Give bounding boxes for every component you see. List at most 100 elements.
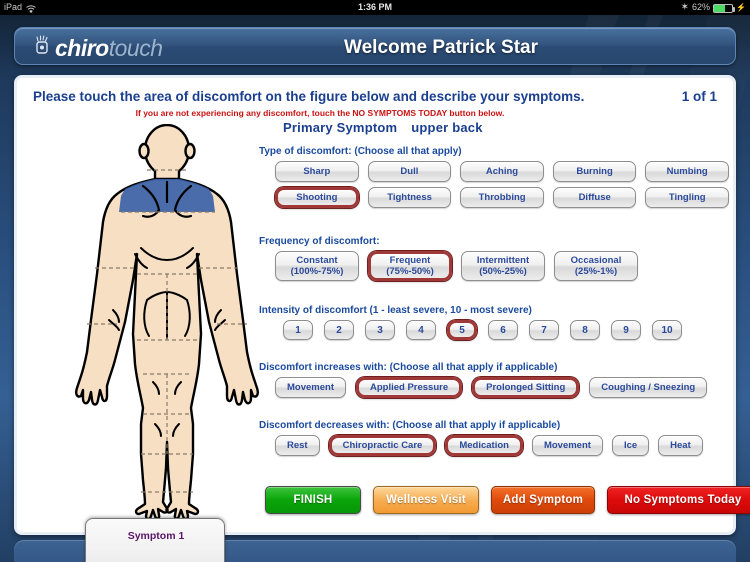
option-burning[interactable]: Burning: [552, 161, 637, 182]
option-constant[interactable]: Constant (100%-75%): [275, 251, 359, 281]
no-symptoms-today-button[interactable]: No Symptoms Today: [607, 486, 750, 514]
option-intensity-7[interactable]: 7: [529, 320, 559, 340]
option-label: Prolonged Sitting: [486, 382, 566, 393]
type-row-2: Shooting Tightness Throbbing Diffuse Tin…: [245, 187, 730, 208]
option-intermittent[interactable]: Intermittent (50%-25%): [461, 251, 545, 281]
primary-symptom-line: Primary Symptom upper back: [283, 120, 483, 135]
option-intensity-9[interactable]: 9: [611, 320, 641, 340]
welcome-message: Welcome Patrick Star: [344, 37, 538, 58]
intensity-row: 1 2 3 4 5 6 7 8 9 10: [245, 320, 729, 340]
app-window: chiro touch Welcome Patrick Star Please …: [0, 15, 750, 562]
option-label: Movement: [287, 382, 334, 393]
option-numbing[interactable]: Numbing: [645, 161, 729, 182]
option-label: Coughing / Sneezing: [601, 382, 696, 393]
option-prolonged-sitting[interactable]: Prolonged Sitting: [472, 377, 580, 398]
primary-symptom-value: upper back: [411, 120, 483, 135]
option-label: 8: [582, 324, 588, 336]
page-subtitle: If you are not experiencing any discomfo…: [135, 108, 505, 118]
section-type-label: Type of discomfort: (Choose all that app…: [259, 146, 462, 157]
option-medication[interactable]: Medication: [445, 435, 523, 456]
wellness-visit-button[interactable]: Wellness Visit: [373, 486, 479, 514]
option-label: Shooting: [296, 192, 338, 203]
frequency-row: Constant (100%-75%) Frequent (75%-50%) I…: [245, 251, 729, 281]
option-label: Numbing: [666, 166, 708, 177]
option-label: Frequent: [389, 255, 431, 266]
tab-symptom-1[interactable]: Symptom 1: [85, 518, 225, 562]
section-decreases: Discomfort decreases with: (Choose all t…: [245, 420, 729, 461]
option-frequent[interactable]: Frequent (75%-50%): [368, 251, 452, 281]
option-occasional[interactable]: Occasional (25%-1%): [554, 251, 638, 281]
option-label: 2: [336, 324, 342, 336]
status-clock: 1:36 PM: [357, 2, 392, 12]
option-label: Throbbing: [478, 192, 526, 203]
section-increases: Discomfort increases with: (Choose all t…: [245, 362, 729, 403]
option-sharp[interactable]: Sharp: [275, 161, 359, 182]
option-heat[interactable]: Heat: [658, 435, 703, 456]
plug-icon: ⚡: [736, 3, 746, 12]
option-sublabel: (100%-75%): [290, 266, 344, 277]
section-increases-label: Discomfort increases with: (Choose all t…: [259, 362, 558, 373]
symptom-details-form: Primary Symptom upper back Type of discom…: [245, 120, 730, 532]
option-aching[interactable]: Aching: [460, 161, 544, 182]
option-intensity-8[interactable]: 8: [570, 320, 600, 340]
option-applied-pressure[interactable]: Applied Pressure: [355, 377, 463, 398]
finish-button[interactable]: FINISH: [265, 486, 361, 514]
option-dull[interactable]: Dull: [367, 161, 452, 182]
option-label: Aching: [485, 166, 519, 177]
section-intensity-label: Intensity of discomfort (1 - least sever…: [259, 305, 532, 316]
page-title: Please touch the area of discomfort on t…: [33, 89, 585, 104]
option-intensity-10[interactable]: 10: [652, 320, 682, 340]
option-throbbing[interactable]: Throbbing: [460, 187, 544, 208]
option-intensity-2[interactable]: 2: [324, 320, 354, 340]
option-label: 3: [377, 324, 383, 336]
option-chiropractic-care[interactable]: Chiropractic Care: [328, 435, 437, 456]
option-label: Diffuse: [578, 192, 611, 203]
add-symptom-button[interactable]: Add Symptom: [491, 486, 595, 514]
option-intensity-1[interactable]: 1: [283, 320, 313, 340]
option-label: Movement: [543, 440, 591, 451]
option-label: 7: [541, 324, 547, 336]
option-label: 5: [459, 324, 465, 336]
option-shooting[interactable]: Shooting: [275, 187, 359, 208]
option-movement-decrease[interactable]: Movement: [531, 435, 603, 456]
body-diagram-back-view[interactable]: [69, 124, 265, 524]
type-row-1: Sharp Dull Aching Burning Numbing: [245, 161, 729, 182]
option-diffuse[interactable]: Diffuse: [552, 187, 637, 208]
option-sublabel: (25%-1%): [574, 266, 618, 277]
section-type: Type of discomfort: (Choose all that app…: [245, 146, 730, 213]
option-coughing-sneezing[interactable]: Coughing / Sneezing: [589, 377, 708, 398]
section-intensity: Intensity of discomfort (1 - least sever…: [245, 305, 729, 345]
option-label: Heat: [670, 440, 691, 451]
option-label: Ice: [623, 440, 638, 451]
option-label: Tingling: [668, 192, 706, 203]
page-counter: 1 of 1: [681, 89, 717, 104]
option-label: Sharp: [303, 166, 331, 177]
option-label: Medication: [459, 440, 509, 451]
option-label: 10: [661, 324, 673, 336]
option-intensity-6[interactable]: 6: [488, 320, 518, 340]
option-rest[interactable]: Rest: [275, 435, 320, 456]
option-tightness[interactable]: Tightness: [367, 187, 452, 208]
action-button-bar: FINISH Wellness Visit Add Symptom No Sym…: [265, 486, 750, 514]
battery-percent: 62%: [692, 2, 711, 12]
section-frequency: Frequency of discomfort: Constant (100%-…: [245, 236, 729, 286]
option-ice[interactable]: Ice: [611, 435, 650, 456]
option-label: 1: [295, 324, 301, 336]
option-intensity-5[interactable]: 5: [447, 320, 477, 340]
section-frequency-label: Frequency of discomfort:: [259, 236, 380, 247]
option-label: Rest: [287, 440, 308, 451]
option-label: Constant: [296, 255, 338, 266]
ios-status-bar: iPad 1:36 PM ✶ 62% ⚡: [0, 0, 750, 15]
option-intensity-3[interactable]: 3: [365, 320, 395, 340]
section-decreases-label: Discomfort decreases with: (Choose all t…: [259, 420, 561, 431]
option-label: Dull: [400, 166, 419, 177]
option-label: Intermittent: [476, 255, 530, 266]
option-label: Occasional: [570, 255, 622, 266]
option-label: Tightness: [387, 192, 432, 203]
option-movement-increase[interactable]: Movement: [275, 377, 346, 398]
option-tingling[interactable]: Tingling: [645, 187, 730, 208]
option-intensity-4[interactable]: 4: [406, 320, 436, 340]
bluetooth-icon: ✶: [680, 2, 690, 13]
decreases-row: Rest Chiropractic Care Medication Moveme…: [245, 435, 729, 456]
option-label: 6: [500, 324, 506, 336]
